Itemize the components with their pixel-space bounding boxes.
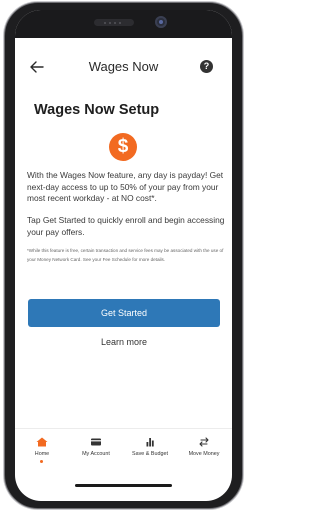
enroll-instructions: Tap Get Started to quickly enroll and be… [27,215,225,237]
home-indicator-bar[interactable] [75,484,172,487]
tab-save-budget[interactable]: Save & Budget [123,429,177,469]
tab-label: My Account [82,451,110,457]
learn-more-link[interactable]: Learn more [28,336,220,348]
page-title: Wages Now [88,59,159,74]
app-screen: Wages Now ? Wages Now Setup $ With the W… [15,10,232,501]
setup-heading: Wages Now Setup [34,102,160,118]
tab-my-account[interactable]: My Account [69,429,123,469]
fee-disclaimer: *While this feature is free, certain tra… [27,248,224,262]
front-camera-icon [155,16,167,28]
tab-label: Save & Budget [132,451,168,457]
active-tab-indicator [40,460,43,463]
card-icon [91,438,101,446]
bar-chart-icon [146,438,154,447]
phone-frame: Wages Now ? Wages Now Setup $ With the W… [4,2,243,509]
bottom-tab-bar: Home My Account Save & Budget Move Money [15,428,232,469]
tab-move-money[interactable]: Move Money [177,429,231,469]
arrow-left-icon[interactable] [27,57,47,77]
speaker-grille [94,19,134,26]
transfer-arrows-icon [199,437,209,447]
feature-description: With the Wages Now feature, any day is p… [27,170,224,203]
get-started-button[interactable]: Get Started [28,299,220,327]
top-app-bar: Wages Now ? [15,54,232,80]
dollar-circle-icon: $ [109,133,137,161]
phone-top-bezel [15,10,232,38]
tab-home[interactable]: Home [15,429,69,469]
tab-label: Move Money [188,451,220,457]
help-circle-icon[interactable]: ? [200,60,213,73]
tab-label: Home [34,451,50,457]
home-icon [36,437,48,447]
